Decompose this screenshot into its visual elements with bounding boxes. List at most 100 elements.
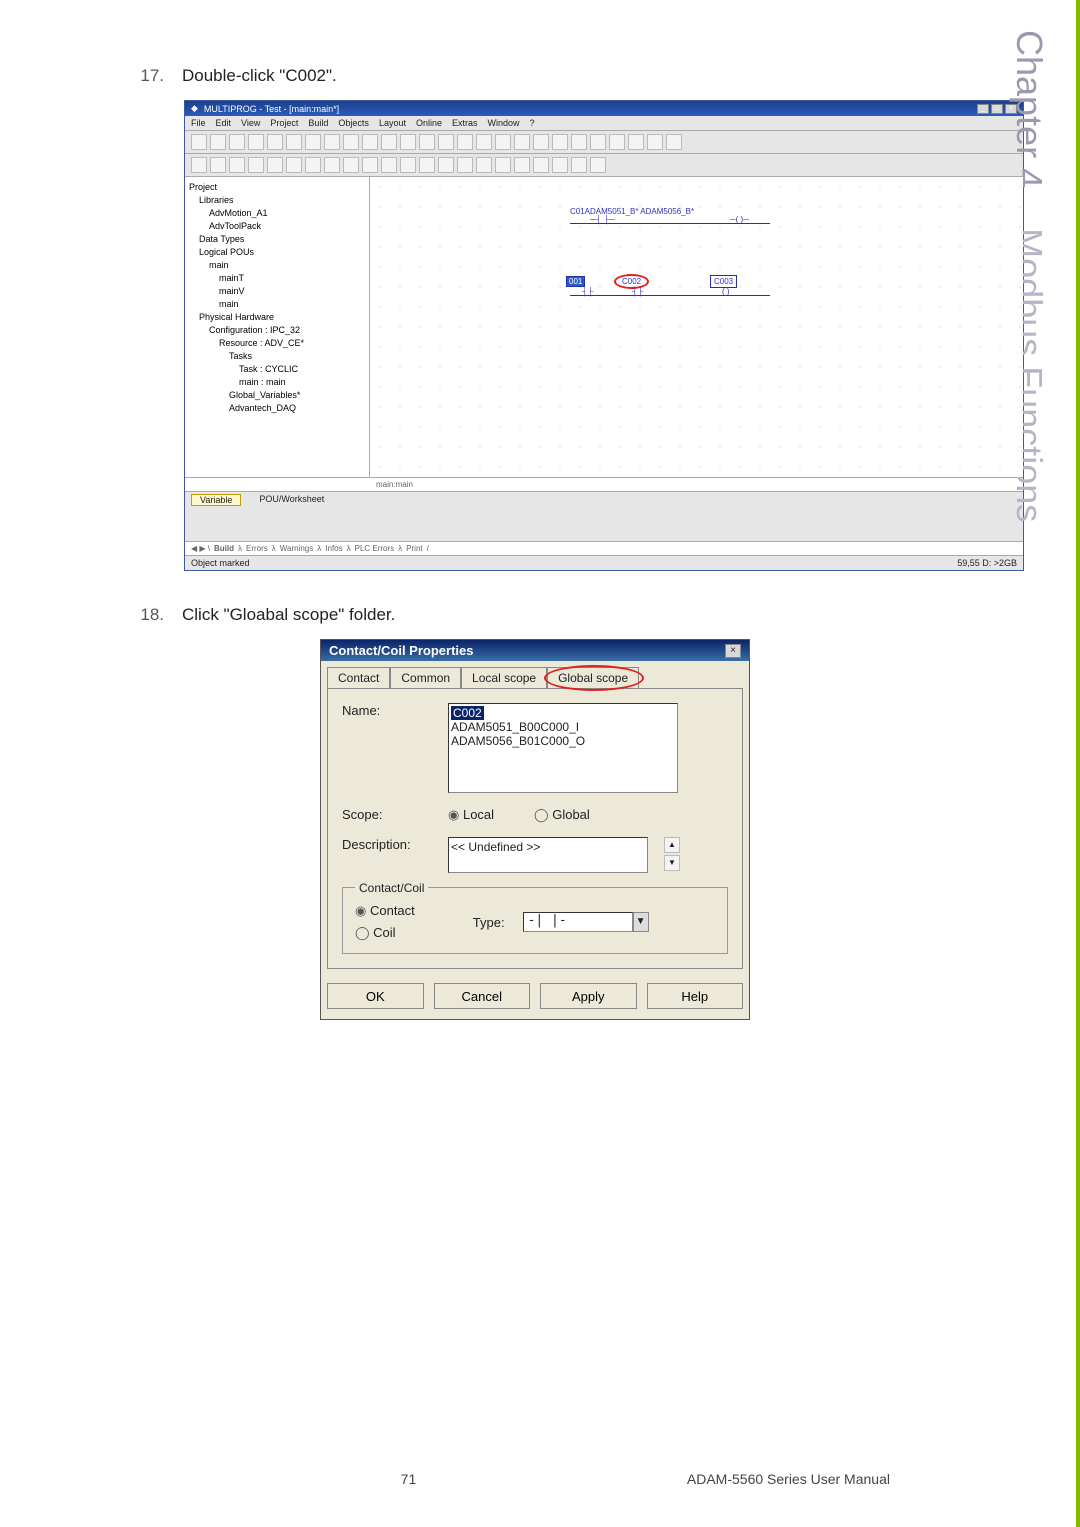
toolbar-button[interactable] <box>457 134 473 150</box>
description-box[interactable]: << Undefined >> <box>448 837 648 873</box>
menu-help[interactable]: ? <box>530 118 535 128</box>
toolbar-button[interactable] <box>628 134 644 150</box>
toolbar-button[interactable] <box>666 134 682 150</box>
menu-objects[interactable]: Objects <box>338 118 369 128</box>
tree-item[interactable]: Tasks <box>189 350 365 363</box>
c001-node[interactable]: 001 <box>566 277 585 286</box>
toolbar-button[interactable] <box>400 134 416 150</box>
toolbar-button[interactable] <box>438 157 454 173</box>
tab-infos[interactable]: Infos <box>325 544 342 553</box>
toolbar-button[interactable] <box>419 134 435 150</box>
tree-item[interactable]: Libraries <box>189 194 365 207</box>
tree-item[interactable]: AdvToolPack <box>189 220 365 233</box>
toolbar-button[interactable] <box>609 134 625 150</box>
minimize-icon[interactable]: _ <box>977 104 989 114</box>
tab-plcerrors[interactable]: PLC Errors <box>355 544 395 553</box>
tree-item[interactable]: Logical POUs <box>189 246 365 259</box>
help-button[interactable]: Help <box>647 983 744 1009</box>
name-option[interactable]: ADAM5056_B01C000_O <box>451 734 585 748</box>
toolbar-button[interactable] <box>514 134 530 150</box>
toolbar-button[interactable] <box>590 157 606 173</box>
type-combo[interactable]: -| |- ▼ <box>523 912 649 932</box>
tree-item[interactable]: mainV <box>189 285 365 298</box>
contact-symbol[interactable]: ┤├ <box>632 287 643 296</box>
menu-extras[interactable]: Extras <box>452 118 478 128</box>
toolbar-button[interactable] <box>191 157 207 173</box>
coil-symbol[interactable]: ─( )─ <box>730 215 749 224</box>
toolbar-button[interactable] <box>438 134 454 150</box>
tree-item[interactable]: Global_Variables* <box>189 389 365 402</box>
toolbar-button[interactable] <box>248 134 264 150</box>
toolbar-button[interactable] <box>210 134 226 150</box>
toolbar-button[interactable] <box>647 134 663 150</box>
toolbar-button[interactable] <box>552 134 568 150</box>
tree-item[interactable]: Data Types <box>189 233 365 246</box>
name-selected[interactable]: C002 <box>451 706 484 720</box>
toolbar-button[interactable] <box>343 157 359 173</box>
contact-symbol[interactable]: ┤├ <box>582 287 593 296</box>
tree-item[interactable]: Physical Hardware <box>189 311 365 324</box>
toolbar-button[interactable] <box>267 157 283 173</box>
toolbar-button[interactable] <box>495 157 511 173</box>
toolbar-button[interactable] <box>267 134 283 150</box>
tab-local-scope[interactable]: Local scope <box>461 667 547 688</box>
toolbar-button[interactable] <box>343 134 359 150</box>
scope-global-radio[interactable]: Global <box>534 807 590 823</box>
toolbar-button[interactable] <box>362 134 378 150</box>
toolbar-button[interactable] <box>324 157 340 173</box>
toolbar-button[interactable] <box>400 157 416 173</box>
tab-build[interactable]: Build <box>214 544 234 553</box>
tree-item[interactable]: main <box>189 298 365 311</box>
pou-col[interactable]: POU/Worksheet <box>251 494 332 506</box>
tab-contact[interactable]: Contact <box>327 667 390 688</box>
toolbar-button[interactable] <box>229 134 245 150</box>
toolbar-button[interactable] <box>590 134 606 150</box>
tab-global-scope[interactable]: Global scope <box>547 667 639 688</box>
tree-item[interactable]: Advantech_DAQ <box>189 402 365 415</box>
tree-item[interactable]: main <box>189 259 365 272</box>
menu-build[interactable]: Build <box>308 118 328 128</box>
toolbar-button[interactable] <box>362 157 378 173</box>
toolbar-button[interactable] <box>381 134 397 150</box>
toolbar-button[interactable] <box>419 157 435 173</box>
scroll-up-icon[interactable]: ▲ <box>664 837 680 853</box>
toolbar-button[interactable] <box>552 157 568 173</box>
toolbar-button[interactable] <box>191 134 207 150</box>
toolbar-button[interactable] <box>533 134 549 150</box>
name-option[interactable]: ADAM5051_B00C000_I <box>451 720 579 734</box>
toolbar-button[interactable] <box>381 157 397 173</box>
toolbar-button[interactable] <box>571 157 587 173</box>
tab-print[interactable]: Print <box>406 544 422 553</box>
tree-item[interactable]: main : main <box>189 376 365 389</box>
toolbar-button[interactable] <box>286 134 302 150</box>
menu-file[interactable]: File <box>191 118 206 128</box>
tab-common[interactable]: Common <box>390 667 461 688</box>
toolbar-button[interactable] <box>533 157 549 173</box>
project-tree[interactable]: Project Libraries AdvMotion_A1 AdvToolPa… <box>185 177 370 477</box>
toolbar-button[interactable] <box>210 157 226 173</box>
tab-main[interactable]: main:main <box>376 480 413 489</box>
var-col[interactable]: Variable <box>191 494 241 506</box>
contact-symbol[interactable]: ─┤ ├─ <box>590 215 615 224</box>
toolbar-button[interactable] <box>324 134 340 150</box>
coil-symbol[interactable]: ( ) <box>722 287 730 296</box>
scope-local-radio[interactable]: Local <box>448 807 494 823</box>
toolbar-button[interactable] <box>305 157 321 173</box>
ladder-canvas[interactable]: C01ADAM5051_B* ADAM5056_B* ─┤ ├─ ─( )─ 0… <box>370 177 1023 477</box>
menu-project[interactable]: Project <box>270 118 298 128</box>
name-listbox[interactable]: C002 ADAM5051_B00C000_I ADAM5056_B01C000… <box>448 703 678 793</box>
cancel-button[interactable]: Cancel <box>434 983 531 1009</box>
maximize-icon[interactable]: □ <box>991 104 1003 114</box>
chevron-down-icon[interactable]: ▼ <box>633 912 649 932</box>
toolbar-button[interactable] <box>495 134 511 150</box>
toolbar-button[interactable] <box>514 157 530 173</box>
toolbar-button[interactable] <box>476 157 492 173</box>
tree-item[interactable]: Resource : ADV_CE* <box>189 337 365 350</box>
coil-radio[interactable]: Coil <box>355 925 415 941</box>
toolbar-button[interactable] <box>248 157 264 173</box>
tree-item[interactable]: Task : CYCLIC <box>189 363 365 376</box>
tree-item[interactable]: Configuration : IPC_32 <box>189 324 365 337</box>
menu-layout[interactable]: Layout <box>379 118 406 128</box>
toolbar-button[interactable] <box>476 134 492 150</box>
tree-item[interactable]: Project <box>189 181 365 194</box>
